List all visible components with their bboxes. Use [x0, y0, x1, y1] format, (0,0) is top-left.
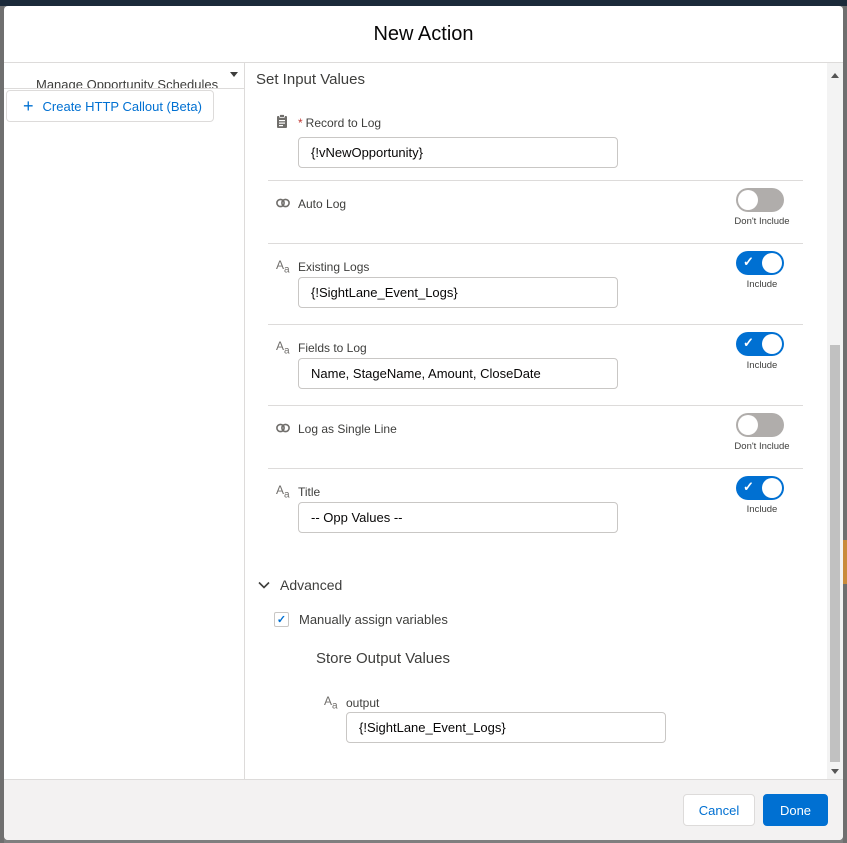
scrollbar[interactable]: [827, 63, 843, 779]
modal-footer: Cancel Done: [4, 779, 843, 840]
action-select-value: Manage Opportunity Schedules: [36, 77, 219, 89]
field-label: Auto Log: [298, 197, 347, 211]
toggle-caption: Include: [746, 504, 778, 515]
text-icon: Aa: [276, 258, 290, 276]
output-input[interactable]: {!SightLane_Event_Logs}: [346, 712, 666, 743]
caret-down-icon[interactable]: [230, 72, 238, 77]
action-list-pane: Manage Opportunity Schedules + Create HT…: [4, 63, 245, 779]
fields-to-log-input[interactable]: Name, StageName, Amount, CloseDate: [298, 358, 618, 389]
manually-assign-variables-checkbox[interactable]: ✓: [274, 612, 289, 627]
action-select[interactable]: Manage Opportunity Schedules: [4, 63, 245, 89]
existing-logs-input[interactable]: {!SightLane_Event_Logs}: [298, 277, 618, 308]
required-marker: *: [298, 116, 303, 130]
toggle-caption: Include: [746, 279, 778, 290]
check-icon: ✓: [743, 479, 754, 494]
cancel-button[interactable]: Cancel: [683, 794, 755, 826]
clipboard-icon: [276, 114, 288, 131]
toggle-knob: [738, 190, 758, 210]
field-log-as-single-line: Log as Single Line Don't Include: [268, 406, 803, 469]
field-label: output: [346, 696, 380, 710]
backdrop-right: [843, 6, 847, 843]
field-title: Aa Title -- Opp Values -- ✓ Include: [268, 469, 803, 550]
field-existing-logs: Aa Existing Logs {!SightLane_Event_Logs}…: [268, 244, 803, 325]
create-http-callout-label: Create HTTP Callout (Beta): [42, 98, 202, 114]
field-output: Aa output {!SightLane_Event_Logs}: [316, 683, 676, 753]
field-label: Existing Logs: [298, 260, 370, 274]
scrollbar-thumb[interactable]: [830, 345, 840, 762]
existing-logs-toggle[interactable]: ✓: [736, 251, 784, 275]
title-toggle[interactable]: ✓: [736, 476, 784, 500]
field-label: Fields to Log: [298, 341, 367, 355]
toggle-knob: [762, 253, 782, 273]
create-http-callout-button[interactable]: + Create HTTP Callout (Beta): [6, 90, 214, 122]
set-input-values-heading: Set Input Values: [256, 71, 365, 88]
toggle-knob: [762, 334, 782, 354]
modal-title: New Action: [373, 23, 474, 45]
title-input[interactable]: -- Opp Values --: [298, 502, 618, 533]
toggle-icon: [276, 197, 290, 211]
check-icon: ✓: [276, 614, 287, 626]
field-label: Title: [298, 485, 321, 499]
scroll-down-arrow-icon[interactable]: [831, 769, 839, 774]
scroll-up-arrow-icon[interactable]: [831, 73, 839, 78]
done-button[interactable]: Done: [763, 794, 828, 826]
toggle-caption: Include: [746, 360, 778, 371]
text-icon: Aa: [324, 694, 338, 712]
text-icon: Aa: [276, 483, 290, 501]
toggle-knob: [762, 478, 782, 498]
advanced-section-toggle[interactable]: Advanced: [258, 577, 342, 593]
record-to-log-input[interactable]: {!vNewOpportunity}: [298, 137, 618, 168]
check-icon: ✓: [743, 254, 754, 269]
toggle-caption: Don't Include: [734, 441, 790, 452]
manually-assign-variables-label: Manually assign variables: [299, 612, 448, 627]
text-icon: Aa: [276, 339, 290, 357]
field-auto-log: Auto Log Don't Include: [268, 181, 803, 244]
new-action-modal: New Action Manage Opportunity Schedules …: [4, 6, 843, 840]
field-label: Log as Single Line: [298, 422, 397, 436]
store-output-values-heading: Store Output Values: [316, 650, 450, 667]
toggle-caption: Don't Include: [734, 216, 790, 227]
check-icon: ✓: [743, 335, 754, 350]
field-record-to-log: * Record to Log {!vNewOpportunity}: [268, 108, 803, 181]
fields-to-log-toggle[interactable]: ✓: [736, 332, 784, 356]
auto-log-toggle[interactable]: [736, 188, 784, 212]
action-config-pane: Set Input Values * Record to Log {!vNewOp…: [246, 63, 843, 779]
toggle-knob: [738, 415, 758, 435]
advanced-label: Advanced: [280, 577, 343, 593]
modal-header: New Action: [4, 6, 843, 63]
toggle-icon: [276, 422, 290, 436]
field-fields-to-log: Aa Fields to Log Name, StageName, Amount…: [268, 325, 803, 406]
manually-assign-variables-row: ✓ Manually assign variables: [274, 612, 448, 627]
backdrop-orange-element: [843, 540, 847, 584]
plus-icon: +: [23, 96, 34, 116]
log-as-single-line-toggle[interactable]: [736, 413, 784, 437]
chevron-down-icon: [258, 578, 270, 592]
field-label: * Record to Log: [298, 116, 382, 130]
